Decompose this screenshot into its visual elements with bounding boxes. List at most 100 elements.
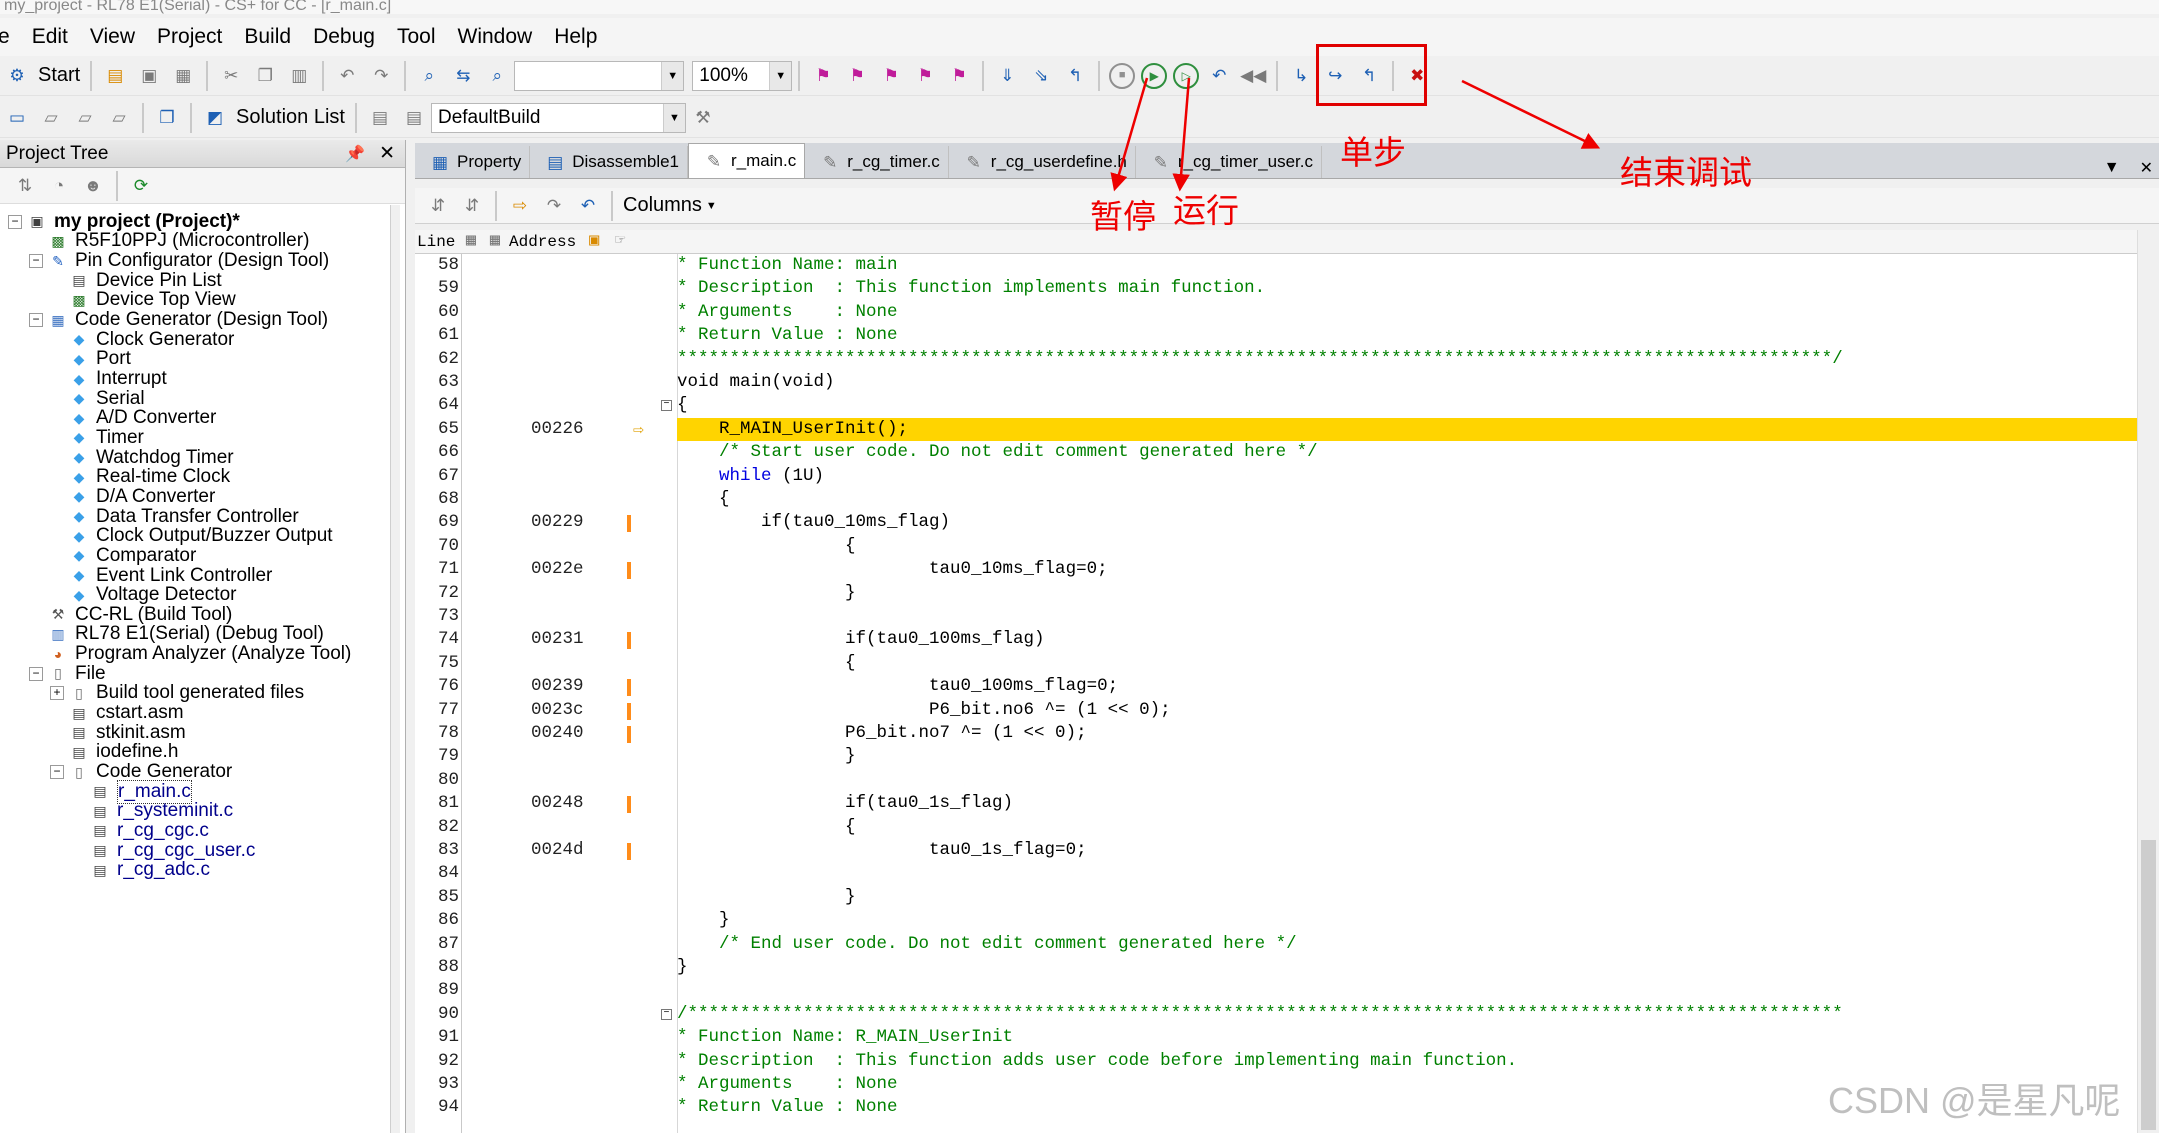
tree-item[interactable]: ▤ r_cg_adc.c [71, 859, 210, 880]
find-icon[interactable]: ⌕ [415, 62, 443, 90]
reset-icon[interactable]: ↰ [1061, 62, 1089, 90]
close-icon[interactable]: ✕ [2140, 158, 2153, 178]
tree-item[interactable]: ▩ Device Top View [50, 289, 235, 310]
tab-property[interactable]: ▦ Property [415, 146, 531, 178]
code-line[interactable]: 62 **************************************… [415, 348, 2137, 371]
executable-line-marker[interactable] [627, 702, 631, 720]
build-download-icon[interactable]: ⇘ [1027, 62, 1055, 90]
window-icon[interactable]: ▭ [3, 104, 31, 132]
code-line[interactable]: 89 [415, 979, 2137, 1002]
code-line[interactable]: 79 } [415, 745, 2137, 768]
tree-item[interactable]: ◆ Clock Output/Buzzer Output [50, 525, 333, 546]
code-line[interactable]: 67 while (1U) [415, 465, 2137, 488]
expand-icon[interactable]: + [50, 686, 64, 701]
chevron-down-icon[interactable]: ▼ [662, 103, 685, 132]
code-line[interactable]: 88} [415, 956, 2137, 979]
code-line[interactable]: 59 * Description : This function implemen… [415, 277, 2137, 300]
menu-file[interactable]: e [0, 25, 21, 49]
tree-item[interactable]: ◕ Program Analyzer (Analyze Tool) [29, 643, 352, 664]
tree-item[interactable]: ◆ Timer [50, 427, 144, 448]
tree-item[interactable]: ▤ iodefine.h [50, 741, 178, 762]
build-config-icon[interactable]: ▤ [400, 104, 428, 132]
save-all-icon[interactable]: ▦ [169, 62, 197, 90]
code-line[interactable]: 66 /* Start user code. Do not edit comme… [415, 441, 2137, 464]
current-pc-icon[interactable]: ⇨ [506, 192, 534, 220]
tree-item[interactable]: ▤ r_cg_cgc_user.c [71, 840, 255, 861]
tree-item[interactable]: ◆ Data Transfer Controller [50, 506, 299, 527]
collapse-icon[interactable]: − [29, 313, 43, 328]
code-line[interactable]: 70 { [415, 535, 2137, 558]
tree-item[interactable]: ◆ Event Link Controller [50, 565, 273, 586]
menu-debug[interactable]: Debug [302, 25, 386, 49]
pin-icon[interactable]: 📌 [345, 144, 365, 164]
forward-icon[interactable]: ↷ [540, 192, 568, 220]
collapse-icon[interactable]: − [29, 254, 43, 269]
tree-item[interactable]: ◆ Port [50, 348, 131, 369]
panel-splitter[interactable] [390, 205, 400, 1133]
tab-r-cg-timer-user-c[interactable]: ✎ r_cg_timer_user.c [1136, 146, 1323, 178]
columns-button[interactable]: Columns [623, 194, 702, 217]
back-icon[interactable]: ↶ [574, 192, 602, 220]
tree-item[interactable]: ▤ r_systeminit.c [71, 800, 233, 821]
tree-item[interactable]: − ▣ my project (Project)* [8, 211, 240, 232]
cut-icon[interactable]: ✂ [217, 62, 245, 90]
bookmark-clear-icon[interactable]: ⚑ [945, 62, 973, 90]
tree-item[interactable]: ◆ Serial [50, 388, 145, 409]
replace-icon[interactable]: ⇆ [449, 62, 477, 90]
comment-next-icon[interactable]: ▱ [71, 104, 99, 132]
code-line[interactable]: 72 } [415, 582, 2137, 605]
editor-vertical-scrollbar[interactable] [2137, 230, 2159, 1133]
bookmark-icon[interactable]: ⚑ [809, 62, 837, 90]
fold-toggle-icon[interactable]: − [661, 400, 672, 412]
menu-edit[interactable]: Edit [21, 25, 79, 49]
menu-project[interactable]: Project [146, 25, 233, 49]
bookmark-prev-icon[interactable]: ⚑ [877, 62, 905, 90]
go-to-line-icon[interactable]: ⇵ [424, 192, 452, 220]
tree-item[interactable]: ▤ Device Pin List [50, 270, 221, 291]
undo-icon[interactable]: ↶ [333, 62, 361, 90]
tab-disassemble[interactable]: ▤ Disassemble1 [530, 146, 689, 178]
executable-line-marker[interactable] [627, 679, 631, 697]
solution-list-icon[interactable]: ◩ [201, 104, 229, 132]
code-line[interactable]: 76 00239 tau0_100ms_flag=0; [415, 675, 2137, 698]
code-line[interactable]: 63 void main(void) [415, 371, 2137, 394]
tree-item[interactable]: ▤ stkinit.asm [50, 722, 185, 743]
collapse-icon[interactable]: − [29, 666, 43, 681]
hammer-icon[interactable]: ⚒ [689, 104, 717, 132]
collapse-icon[interactable]: − [50, 765, 64, 779]
download-icon[interactable]: ⇓ [993, 62, 1021, 90]
code-line[interactable]: 61 * Return Value : None [415, 324, 2137, 347]
build-icon[interactable]: ▤ [366, 104, 394, 132]
tree-item[interactable]: ▤ r_cg_cgc.c [71, 820, 209, 841]
menu-help[interactable]: Help [543, 25, 608, 49]
code-line[interactable]: 60 * Arguments : None [415, 301, 2137, 324]
tree-item[interactable]: ▤ cstart.asm [50, 702, 183, 723]
chevron-down-icon[interactable]: ▼ [769, 61, 792, 90]
save-icon[interactable]: ▣ [135, 62, 163, 90]
code-line[interactable]: 71 0022e tau0_10ms_flag=0; [415, 558, 2137, 581]
tree-item[interactable]: − ▯ File [29, 663, 106, 684]
tree-item[interactable]: ◆ A/D Converter [50, 407, 217, 428]
code-line[interactable]: 74 00231 if(tau0_100ms_flag) [415, 628, 2137, 651]
open-project-icon[interactable]: ▤ [101, 62, 129, 90]
executable-line-marker[interactable] [627, 843, 631, 860]
run-icon[interactable]: ▶ [1141, 62, 1168, 89]
code-line[interactable]: 84 [415, 862, 2137, 885]
tree-item[interactable]: ⚒ CC-RL (Build Tool) [29, 604, 233, 625]
fold-toggle-icon[interactable]: − [661, 1008, 672, 1020]
code-line[interactable]: 87 /* End user code. Do not edit comment… [415, 933, 2137, 956]
tree-item[interactable]: ◆ Watchdog Timer [50, 447, 234, 468]
executable-line-marker[interactable] [627, 796, 631, 814]
menu-tool[interactable]: Tool [386, 25, 447, 49]
executable-line-marker[interactable] [627, 562, 631, 580]
menu-window[interactable]: Window [447, 25, 544, 49]
code-line[interactable]: 58 * Function Name: main [415, 254, 2137, 277]
code-line[interactable]: 73 [415, 605, 2137, 628]
code-line[interactable]: 86 } [415, 909, 2137, 932]
code-line[interactable]: 83 0024d tau0_1s_flag=0; [415, 839, 2137, 862]
run-from-reset-icon[interactable]: ▷ [1173, 62, 1200, 89]
tree-item[interactable]: ◆ Clock Generator [50, 329, 235, 350]
back-icon[interactable]: ◀◀ [1239, 62, 1267, 90]
step-in-icon[interactable]: ↳ [1287, 62, 1315, 90]
close-icon[interactable]: ✕ [379, 142, 395, 165]
